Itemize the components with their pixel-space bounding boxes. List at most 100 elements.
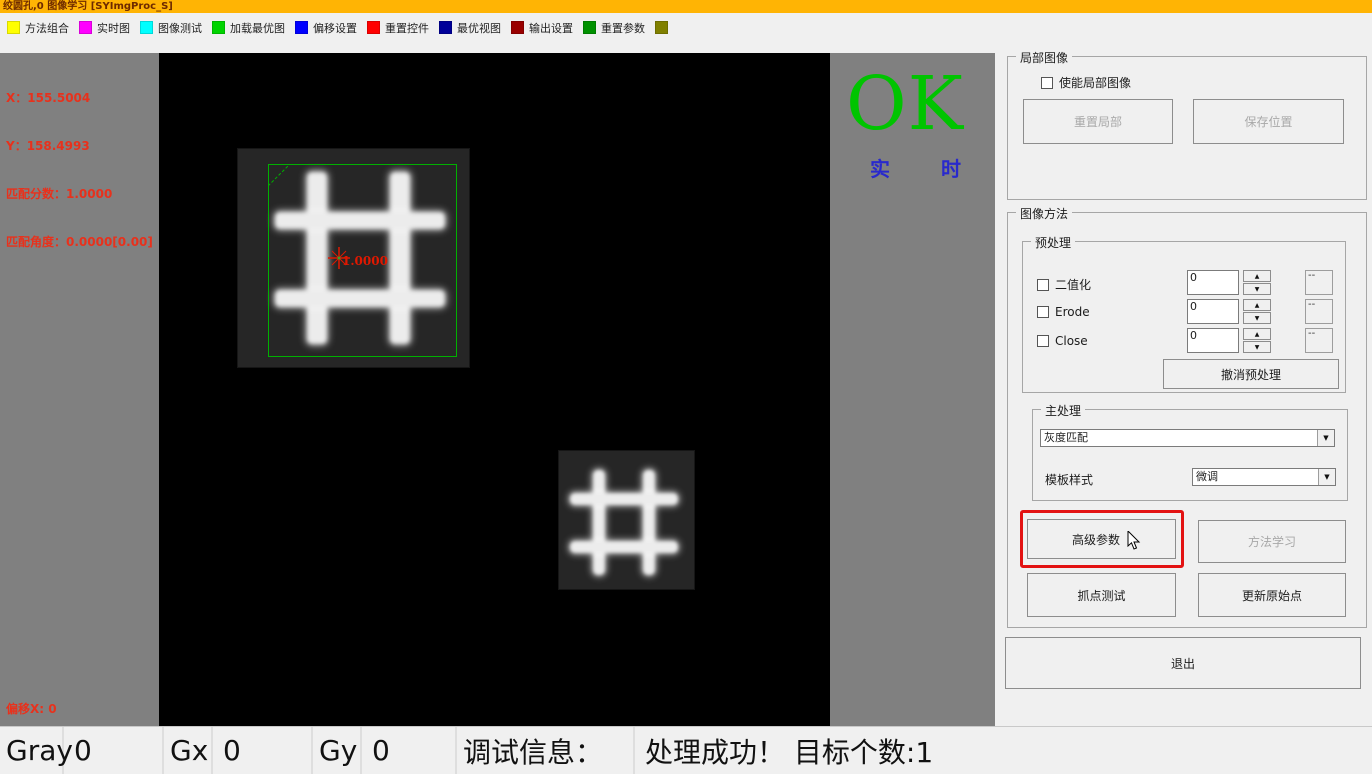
preprocess-group: 预处理 二值化 0 ▲ ▼ -- Erode 0 ▲ ▼ -- [1022, 241, 1346, 393]
image-method-group-title: 图像方法 [1016, 205, 1072, 222]
enable-local-image-checkbox[interactable] [1041, 77, 1053, 89]
main-process-group-title: 主处理 [1041, 402, 1085, 419]
blue-swatch-icon [295, 21, 308, 34]
binarize-value-input[interactable]: 0 [1187, 270, 1239, 295]
match-method-select[interactable]: 灰度匹配 ▼ [1040, 429, 1335, 447]
pattern-die-2 [558, 450, 695, 590]
spin-up-icon[interactable]: ▲ [1243, 270, 1271, 282]
erode-spinner: ▲ ▼ [1243, 299, 1271, 324]
update-origin-button[interactable]: 更新原始点 [1198, 573, 1346, 617]
window-titlebar: 绞圆孔,0 图像学习 [SYImgProc_S] [0, 0, 1372, 13]
toolbar-item-best-view[interactable]: 最优视图 [439, 20, 501, 35]
navy-swatch-icon [439, 21, 452, 34]
spin-down-icon[interactable]: ▼ [1243, 341, 1271, 353]
toolbar: 方法组合 实时图 图像测试 加载最优图 偏移设置 重置控件 最优视图 输出设置 … [0, 13, 1372, 53]
spin-down-icon[interactable]: ▼ [1243, 283, 1271, 295]
toolbar-item-unlabeled[interactable] [655, 20, 673, 35]
offset-x: 偏移X: 0 [6, 702, 95, 717]
dropdown-arrow-icon[interactable]: ▼ [1317, 430, 1334, 446]
toolbar-item-live-image[interactable]: 实时图 [79, 20, 130, 35]
spin-up-icon[interactable]: ▲ [1243, 328, 1271, 340]
advanced-params-button[interactable]: 高级参数 [1027, 519, 1176, 559]
toolbar-item-load-best[interactable]: 加载最优图 [212, 20, 285, 35]
local-image-group-title: 局部图像 [1016, 49, 1072, 66]
template-style-value: 微调 [1193, 469, 1318, 485]
match-angle: 匹配角度：0.0000[0.00] [6, 234, 153, 250]
toolbar-item-label: 重置控件 [385, 20, 429, 36]
reset-local-button[interactable]: 重置局部 [1023, 99, 1173, 144]
method-learn-button[interactable]: 方法学习 [1198, 520, 1346, 563]
toolbar-item-reset-params[interactable]: 重置参数 [583, 20, 645, 35]
toolbar-item-output-settings[interactable]: 输出设置 [511, 20, 573, 35]
magenta-swatch-icon [79, 21, 92, 34]
window-title: 绞圆孔,0 图像学习 [SYImgProc_S] [3, 1, 173, 12]
selection-corner-notch-icon [268, 164, 294, 190]
toolbar-item-reset-controls[interactable]: 重置控件 [367, 20, 429, 35]
control-panel: 局部图像 使能局部图像 重置局部 保存位置 图像方法 预处理 二值化 0 ▲ ▼… [995, 53, 1372, 726]
binarize-extra-box: -- [1305, 270, 1333, 295]
darkgreen-swatch-icon [583, 21, 596, 34]
mouse-cursor-icon [1127, 531, 1141, 551]
gy-label: Gy [313, 727, 362, 774]
template-style-label: 模板样式 [1045, 471, 1093, 488]
match-readout: X：155.5004 Y：158.4993 匹配分数：1.0000 匹配角度：0… [6, 58, 153, 282]
erode-extra-box: -- [1305, 299, 1333, 324]
main-process-group: 主处理 灰度匹配 ▼ 模板样式 微调 ▼ [1032, 409, 1348, 501]
toolbar-item-label: 方法组合 [25, 20, 69, 36]
template-style-select[interactable]: 微调 ▼ [1192, 468, 1336, 486]
dropdown-arrow-icon[interactable]: ▼ [1318, 469, 1335, 485]
binarize-spinner: ▲ ▼ [1243, 270, 1271, 295]
green-swatch-icon [212, 21, 225, 34]
close-value-input[interactable]: 0 [1187, 328, 1239, 353]
image-method-group: 图像方法 预处理 二值化 0 ▲ ▼ -- Erode 0 ▲ ▼ - [1007, 212, 1367, 628]
toolbar-item-label: 输出设置 [529, 20, 573, 36]
close-extra-box: -- [1305, 328, 1333, 353]
toolbar-item-offset-settings[interactable]: 偏移设置 [295, 20, 357, 35]
olive-swatch-icon [655, 21, 668, 34]
erode-label: Erode [1055, 305, 1090, 319]
toolbar-item-method-combo[interactable]: 方法组合 [7, 20, 69, 35]
close-label: Close [1055, 334, 1088, 348]
toolbar-item-label: 重置参数 [601, 20, 645, 36]
match-score-marker: 1.0000 [328, 247, 418, 271]
erode-value-input[interactable]: 0 [1187, 299, 1239, 324]
binarize-label: 二值化 [1055, 276, 1091, 293]
toolbar-item-label: 加载最优图 [230, 20, 285, 36]
binarize-checkbox[interactable] [1037, 279, 1049, 291]
image-canvas[interactable]: 1.0000 [159, 53, 830, 726]
spin-up-icon[interactable]: ▲ [1243, 299, 1271, 311]
darkred-swatch-icon [511, 21, 524, 34]
left-readout-strip: X：155.5004 Y：158.4993 匹配分数：1.0000 匹配角度：0… [0, 53, 159, 726]
erode-checkbox-row[interactable]: Erode [1037, 305, 1090, 319]
debug-info-label: 调试信息： [457, 727, 635, 774]
enable-local-image-label: 使能局部图像 [1059, 74, 1131, 91]
save-position-button[interactable]: 保存位置 [1193, 99, 1344, 144]
match-score: 匹配分数：1.0000 [6, 186, 153, 202]
gray-label: Gray [0, 727, 64, 774]
gx-value: 0 [213, 727, 313, 774]
match-y: Y：158.4993 [6, 138, 153, 154]
toolbar-item-image-test[interactable]: 图像测试 [140, 20, 202, 35]
local-image-group: 局部图像 使能局部图像 重置局部 保存位置 [1007, 56, 1367, 200]
red-swatch-icon [367, 21, 380, 34]
enable-local-image-checkbox-row[interactable]: 使能局部图像 [1041, 74, 1131, 91]
close-checkbox[interactable] [1037, 335, 1049, 347]
binarize-checkbox-row[interactable]: 二值化 [1037, 276, 1091, 293]
undo-preprocess-button[interactable]: 撤消预处理 [1163, 359, 1339, 389]
match-score-value: 1.0000 [342, 254, 388, 268]
status-bar: Gray 0 Gx 0 Gy 0 调试信息： 处理成功！ 目标个数:1 [0, 726, 1372, 774]
match-x: X：155.5004 [6, 90, 153, 106]
realtime-mode-text: 实 时 [870, 153, 983, 182]
close-spinner: ▲ ▼ [1243, 328, 1271, 353]
close-checkbox-row[interactable]: Close [1037, 334, 1088, 348]
exit-button[interactable]: 退出 [1005, 637, 1361, 689]
grab-point-test-button[interactable]: 抓点测试 [1027, 573, 1176, 617]
gray-value: 0 [64, 727, 164, 774]
toolbar-item-label: 图像测试 [158, 20, 202, 36]
preprocess-group-title: 预处理 [1031, 234, 1075, 251]
cyan-swatch-icon [140, 21, 153, 34]
spin-down-icon[interactable]: ▼ [1243, 312, 1271, 324]
toolbar-item-label: 最优视图 [457, 20, 501, 36]
erode-checkbox[interactable] [1037, 306, 1049, 318]
gy-value: 0 [362, 727, 457, 774]
